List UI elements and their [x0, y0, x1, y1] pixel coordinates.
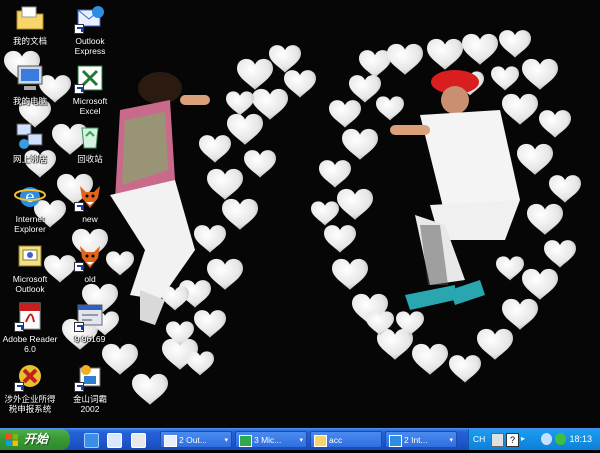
desktop-icon-recycle-bin[interactable]: 回收站 [57, 120, 123, 164]
system-tray: CH ? ▸ 18:13 [468, 429, 600, 450]
ie-task-icon [389, 435, 402, 447]
start-button[interactable]: 开始 [0, 429, 70, 450]
desktop-icon-label: Microsoft Outlook [12, 274, 48, 294]
ie-quicklaunch-icon[interactable] [84, 433, 99, 448]
desktop-icon-kingsoft-ciba[interactable]: 金山词霸 2002 [57, 360, 123, 414]
outlook-task-icon [164, 435, 177, 447]
shortcut-arrow-icon [74, 262, 84, 272]
shortcut-arrow-icon [74, 382, 84, 392]
recycle-bin-icon [74, 120, 106, 152]
desktop-quicklaunch-icon[interactable] [130, 433, 146, 448]
desktop-icon-label: 我的电脑 [12, 96, 47, 106]
taskbar-button-label: 2 Out... [179, 435, 207, 445]
desktop-icon-label: Internet Explorer [14, 214, 46, 234]
desktop-icon-new-fox[interactable]: new [57, 180, 123, 224]
kingsoft-icon [74, 360, 106, 392]
clock[interactable]: 18:13 [569, 429, 592, 450]
shortcut-arrow-icon [74, 84, 84, 94]
excel-icon [74, 62, 106, 94]
folder-task-icon [314, 435, 327, 447]
group-arrow-icon: ▾ [449, 437, 453, 444]
shortcut-arrow-icon [14, 382, 24, 392]
desktop-icon-label: 金山词霸 2002 [72, 394, 107, 414]
desktop-icon-file-96169[interactable]: 9 96169 [57, 300, 123, 344]
antivirus-tray-icon[interactable] [555, 433, 566, 445]
desktop-icon-my-documents[interactable]: 我的文档 [0, 2, 63, 46]
desktop-icon-label: 网上邻居 [12, 154, 47, 164]
taskbar-button-label: 3 Mic... [254, 435, 282, 445]
desktop-icon-label: 我的文档 [12, 36, 47, 46]
shortcut-arrow-icon [74, 322, 84, 332]
shortcut-arrow-icon [74, 24, 84, 34]
folder-icon [14, 2, 46, 34]
desktop-icon-old-fox[interactable]: old [57, 240, 123, 284]
keyboard-icon[interactable] [491, 433, 504, 447]
taskbar-button-3[interactable]: acc [310, 431, 382, 448]
taskbar: 开始 2 Out... ▾ 3 Mic... ▾ acc 2 Int... ▾ CH ? ▸… [0, 428, 600, 450]
computer-icon [14, 62, 46, 94]
language-indicator[interactable]: CH [473, 432, 485, 446]
desktop-icon-my-computer[interactable]: 我的电脑 [0, 62, 63, 106]
help-icon[interactable]: ? [506, 433, 519, 447]
taskbar-button-label: acc [329, 435, 343, 445]
desktop-icon-label: 涉外企业所得 税申报系统 [4, 394, 56, 414]
ie-icon: e [14, 180, 46, 212]
network-icon [14, 120, 46, 152]
quick-launch [84, 433, 150, 448]
shortcut-arrow-icon [74, 202, 84, 212]
desktop-icon-label: Outlook Express [74, 36, 106, 56]
desktop-icon-label: Adobe Reader 6.0 [2, 334, 58, 354]
taskbar-button-4[interactable]: 2 Int... ▾ [385, 431, 457, 448]
desktop-icon-network[interactable]: 网上邻居 [0, 120, 63, 164]
adobe-reader-icon [14, 300, 46, 332]
desktop-icon-label: 9 96169 [74, 334, 106, 344]
taskbar-button-1[interactable]: 2 Out... ▾ [160, 431, 232, 448]
taskbar-button-label: 2 Int... [404, 435, 428, 445]
desktop-icon-label: old [84, 274, 96, 284]
fox-icon [74, 240, 106, 272]
fox-icon [74, 180, 106, 212]
program-icon [74, 300, 106, 332]
desktop-icon-label: 回收站 [77, 154, 103, 164]
desktop-icon-adobe-reader[interactable]: Adobe Reader 6.0 [0, 300, 63, 354]
outlook-quicklaunch-icon[interactable] [107, 433, 123, 448]
desktop-icon-tax-system[interactable]: 涉外企业所得 税申报系统 [0, 360, 63, 414]
desktop-icon-outlook-express[interactable]: Outlook Express [57, 2, 123, 56]
excel-task-icon [239, 435, 252, 447]
desktop-icon-label: new [82, 214, 98, 224]
desktop-icon-label: Microsoft Excel [72, 96, 108, 116]
tax-app-icon [14, 360, 46, 392]
outlook-icon [14, 240, 46, 272]
desktop[interactable]: 我的文档 Outlook Express 我的电脑 Microsoft Excel 网上… [0, 0, 600, 428]
desktop-icon-microsoft-outlook[interactable]: Microsoft Outlook [0, 240, 63, 294]
group-arrow-icon: ▾ [299, 437, 303, 444]
desktop-icon-microsoft-excel[interactable]: Microsoft Excel [57, 62, 123, 116]
shortcut-arrow-icon [14, 322, 24, 332]
group-arrow-icon: ▾ [224, 437, 228, 444]
outlook-express-icon [74, 2, 106, 34]
network-tray-icon[interactable] [541, 433, 552, 445]
taskbar-button-2[interactable]: 3 Mic... ▾ [235, 431, 307, 448]
windows-flag-icon [6, 434, 18, 446]
menu-arrow-icon[interactable]: ▸ [521, 433, 532, 445]
desktop-icon-internet-explorer[interactable]: e Internet Explorer [0, 180, 63, 234]
start-label: 开始 [24, 432, 49, 446]
